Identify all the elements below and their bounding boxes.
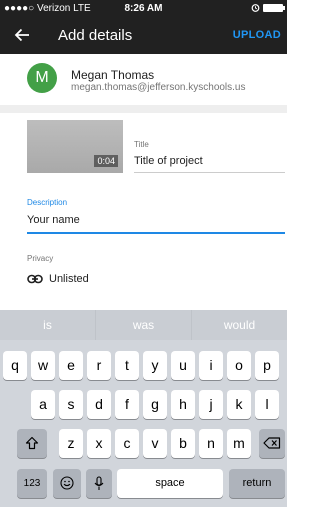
- avatar: M: [27, 63, 57, 93]
- key-b[interactable]: b: [171, 429, 195, 458]
- key-f[interactable]: f: [115, 390, 139, 419]
- title-underline: [134, 172, 285, 173]
- battery-icon: [263, 3, 285, 12]
- status-time: 8:26 AM: [124, 3, 163, 14]
- status-bar: ●●●●○ Verizon LTE 8:26 AM: [0, 0, 287, 18]
- account-row: M Megan Thomas megan.thomas@jefferson.ky…: [0, 54, 287, 105]
- arrow-left-icon: [14, 28, 29, 42]
- backspace-icon: [263, 437, 281, 449]
- return-key[interactable]: return: [229, 469, 285, 498]
- shift-key[interactable]: [17, 429, 47, 458]
- key-p[interactable]: p: [255, 351, 279, 380]
- key-r[interactable]: r: [87, 351, 111, 380]
- key-c[interactable]: c: [115, 429, 139, 458]
- key-h[interactable]: h: [171, 390, 195, 419]
- key-x[interactable]: x: [87, 429, 111, 458]
- emoji-icon: [60, 476, 74, 490]
- key-m[interactable]: m: [227, 429, 251, 458]
- title-label: Title: [134, 140, 149, 149]
- key-y[interactable]: y: [143, 351, 167, 380]
- key-s[interactable]: s: [59, 390, 83, 419]
- delete-key[interactable]: [259, 429, 285, 458]
- key-i[interactable]: i: [199, 351, 223, 380]
- description-label: Description: [27, 198, 68, 207]
- app-bar: Add details UPLOAD: [0, 18, 287, 54]
- upload-button[interactable]: UPLOAD: [233, 29, 281, 41]
- privacy-label: Privacy: [27, 254, 54, 263]
- keyboard: is was would q w e r t y u i o p a s d f…: [0, 310, 287, 507]
- key-a[interactable]: a: [31, 390, 55, 419]
- emoji-key[interactable]: [53, 469, 81, 498]
- suggestion-1[interactable]: is: [0, 310, 95, 340]
- numbers-key[interactable]: 123: [17, 469, 47, 498]
- suggestion-bar: is was would: [0, 310, 287, 340]
- key-t[interactable]: t: [115, 351, 139, 380]
- link-icon: [27, 274, 43, 284]
- key-w[interactable]: w: [31, 351, 55, 380]
- key-k[interactable]: k: [227, 390, 251, 419]
- space-key[interactable]: space: [117, 469, 223, 498]
- description-underline: [27, 232, 285, 234]
- alarm-icon: [251, 4, 260, 12]
- section-divider: [0, 105, 287, 113]
- system-icons: [251, 3, 285, 12]
- account-name: Megan Thomas: [71, 68, 155, 82]
- suggestion-2[interactable]: was: [95, 310, 191, 340]
- key-o[interactable]: o: [227, 351, 251, 380]
- page-title: Add details: [58, 27, 133, 44]
- suggestion-3[interactable]: would: [191, 310, 287, 340]
- privacy-value: Unlisted: [49, 273, 89, 285]
- privacy-selector[interactable]: Unlisted: [27, 271, 89, 287]
- video-duration: 0:04: [94, 155, 118, 167]
- key-l[interactable]: l: [255, 390, 279, 419]
- description-input[interactable]: [27, 214, 257, 226]
- video-thumbnail[interactable]: 0:04: [27, 120, 123, 173]
- back-button[interactable]: [10, 23, 34, 49]
- key-z[interactable]: z: [59, 429, 83, 458]
- key-j[interactable]: j: [199, 390, 223, 419]
- key-e[interactable]: e: [59, 351, 83, 380]
- title-field[interactable]: Title of project: [134, 155, 203, 167]
- microphone-key[interactable]: [86, 469, 112, 498]
- shift-icon: [25, 436, 39, 450]
- microphone-icon: [94, 476, 104, 490]
- key-g[interactable]: g: [143, 390, 167, 419]
- account-email: megan.thomas@jefferson.kyschools.us: [71, 82, 246, 93]
- key-q[interactable]: q: [3, 351, 27, 380]
- key-v[interactable]: v: [143, 429, 167, 458]
- key-d[interactable]: d: [87, 390, 111, 419]
- key-u[interactable]: u: [171, 351, 195, 380]
- key-n[interactable]: n: [199, 429, 223, 458]
